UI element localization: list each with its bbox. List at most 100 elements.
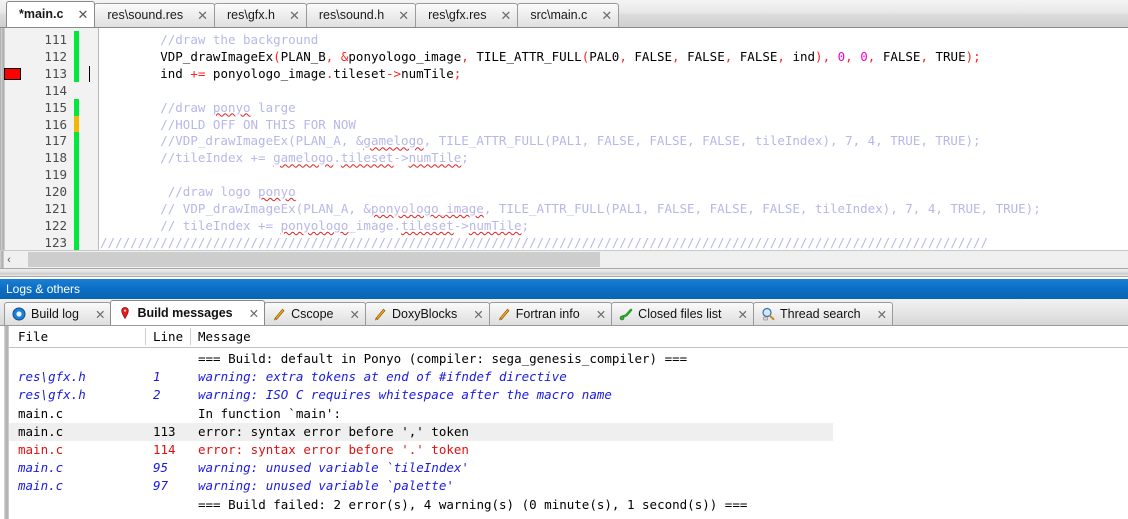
line-number-gutter: 111 112 113 114 115 116 117 118 119 120 121 122 123 bbox=[4, 28, 71, 250]
code-token: , bbox=[461, 48, 469, 64]
logs-tab-label: Build log bbox=[31, 307, 79, 321]
line-number: 115 bbox=[44, 99, 67, 115]
logs-tab-label: Fortran info bbox=[515, 307, 580, 321]
close-icon[interactable]: ✕ bbox=[249, 306, 259, 321]
editor-tab-resgfxres[interactable]: res\gfx.res ✕ bbox=[415, 3, 519, 27]
logs-tab-fortran-info[interactable]: Fortran info ✕ bbox=[488, 302, 613, 325]
line-number: 123 bbox=[44, 234, 67, 250]
cell-message: In function `main': bbox=[198, 405, 341, 421]
code-token: . bbox=[333, 150, 341, 166]
column-divider[interactable] bbox=[145, 328, 146, 345]
code-line: ////////////////////////////////////////… bbox=[100, 235, 988, 250]
code-token: ind bbox=[784, 48, 816, 64]
cell-line: 1 bbox=[153, 369, 161, 385]
code-token: ponyologo_image bbox=[205, 65, 326, 81]
logs-tab-build-log[interactable]: Build log ✕ bbox=[4, 302, 112, 325]
code-token: ; bbox=[521, 217, 530, 233]
code-line: //draw logo ponyo bbox=[100, 184, 296, 201]
code-token: tileset bbox=[401, 217, 454, 233]
code-token: PAL0 bbox=[589, 48, 620, 64]
table-row[interactable]: main.c 113 error: syntax error before ',' … bbox=[9, 422, 833, 441]
table-body[interactable]: === Build: default in Ponyo (compiler: s… bbox=[9, 348, 1128, 519]
close-icon[interactable]: ✕ bbox=[197, 9, 208, 22]
close-icon[interactable]: ✕ bbox=[738, 307, 748, 322]
editor-tab-ressoundh[interactable]: res\sound.h ✕ bbox=[305, 3, 417, 27]
logs-tab-thread-search[interactable]: Thread search ✕ bbox=[753, 302, 894, 325]
logs-panel-title-bar: Logs & others bbox=[0, 279, 1128, 299]
editor-tab-srcmainc[interactable]: src\main.c ✕ bbox=[517, 3, 620, 27]
editor-tab-resgfxh[interactable]: res\gfx.h ✕ bbox=[214, 3, 307, 27]
cell-line: 97 bbox=[153, 478, 169, 494]
editor-tab-mainc[interactable]: *main.c ✕ bbox=[6, 1, 96, 27]
cell-file: main.c bbox=[18, 423, 64, 439]
close-icon[interactable]: ✕ bbox=[289, 9, 300, 22]
logs-tab-doxyblocks[interactable]: DoxyBlocks ✕ bbox=[364, 302, 490, 325]
change-marker bbox=[74, 132, 79, 150]
code-text-area[interactable]: //draw the background VDP_drawImageEx(PL… bbox=[89, 28, 1128, 250]
editor-tab-bar: *main.c ✕ res\sound.res ✕ res\gfx.h ✕ res\soun… bbox=[0, 0, 1128, 28]
logs-tab-label: Closed files list bbox=[638, 307, 722, 321]
logs-tab-closed-files-list[interactable]: Closed files list ✕ bbox=[611, 302, 755, 325]
logs-tab-build-messages[interactable]: Build messages ✕ bbox=[110, 300, 266, 325]
column-header-line[interactable]: Line bbox=[153, 329, 183, 344]
editor-tab-label: res\sound.h bbox=[318, 8, 385, 23]
code-token: ind bbox=[160, 65, 191, 81]
change-marker bbox=[74, 200, 79, 217]
column-header-message[interactable]: Message bbox=[198, 329, 251, 344]
build-messages-table[interactable]: File Line Message === Build: default in Po… bbox=[0, 326, 1128, 519]
editor-tab-ressoundres[interactable]: res\sound.res ✕ bbox=[94, 3, 216, 27]
table-row[interactable]: === Build: default in Ponyo (compiler: s… bbox=[9, 350, 1128, 368]
table-row[interactable]: res\gfx.h 2 warning: ISO C requires whites… bbox=[9, 386, 1128, 404]
cell-message: === Build failed: 2 error(s), 4 warning(… bbox=[198, 496, 748, 512]
close-icon[interactable]: ✕ bbox=[877, 307, 887, 322]
code-token: PLAN_B bbox=[280, 48, 326, 64]
code-token: , bbox=[672, 48, 680, 64]
table-row[interactable]: === Build failed: 2 error(s), 4 warning(… bbox=[9, 496, 1128, 514]
change-marker bbox=[74, 98, 79, 116]
table-row[interactable]: main.c 95 warning: unused variable `tileIn… bbox=[9, 459, 1128, 477]
panel-splitter[interactable] bbox=[0, 268, 1128, 277]
table-row[interactable]: main.c 114 error: syntax error before '.' … bbox=[9, 441, 1128, 459]
table-header-row: File Line Message bbox=[9, 326, 1128, 348]
table-row[interactable]: main.c In function `main': bbox=[9, 405, 1128, 423]
code-token: // tileIndex += bbox=[160, 217, 281, 233]
code-token: , TILE_ATTR_FULL(PAL1, FALSE, FALSE, FAL… bbox=[423, 133, 981, 149]
close-icon[interactable]: ✕ bbox=[473, 307, 483, 322]
table-row[interactable]: main.c 97 warning: unused variable `palett… bbox=[9, 477, 1128, 495]
code-token: ponyologo bbox=[280, 217, 349, 233]
close-icon[interactable]: ✕ bbox=[596, 307, 606, 322]
cell-file: res\gfx.h bbox=[18, 387, 86, 403]
editor-horizontal-scrollbar[interactable]: ‹ bbox=[0, 250, 1128, 269]
change-marker-gutter[interactable] bbox=[71, 28, 81, 250]
table-row[interactable]: res\gfx.h 1 warning: extra tokens at end o… bbox=[9, 368, 1128, 386]
code-line: //draw the background bbox=[100, 32, 318, 49]
line-number: 112 bbox=[44, 48, 67, 64]
close-icon[interactable]: ✕ bbox=[350, 307, 360, 322]
close-icon[interactable]: ✕ bbox=[500, 9, 511, 22]
cell-line: 2 bbox=[153, 387, 161, 403]
fold-margin[interactable] bbox=[81, 28, 99, 250]
column-header-file[interactable]: File bbox=[18, 329, 48, 344]
source-editor[interactable]: 111 112 113 114 115 116 117 118 119 120 121 122 123 … bbox=[0, 28, 1128, 250]
close-icon[interactable]: ✕ bbox=[77, 8, 88, 21]
cell-file: main.c bbox=[18, 442, 64, 457]
code-token: //tileIndex += bbox=[160, 150, 274, 166]
logs-tab-label: Cscope bbox=[291, 307, 334, 321]
code-token: ( bbox=[273, 48, 281, 64]
code-token: -> bbox=[453, 217, 469, 233]
close-icon[interactable]: ✕ bbox=[95, 307, 105, 322]
logs-tab-cscope[interactable]: Cscope ✕ bbox=[264, 302, 366, 325]
scrollbar-thumb[interactable] bbox=[28, 252, 600, 267]
code-token: tileset bbox=[333, 65, 387, 81]
column-divider[interactable] bbox=[190, 328, 191, 345]
pencil-icon bbox=[497, 307, 511, 321]
scrollbar-track[interactable] bbox=[18, 251, 1128, 268]
close-icon[interactable]: ✕ bbox=[398, 9, 409, 22]
code-token: ; bbox=[453, 65, 462, 81]
code-token: . bbox=[393, 217, 402, 233]
close-icon[interactable]: ✕ bbox=[601, 9, 612, 22]
change-marker bbox=[74, 149, 79, 167]
breakpoint-marker-icon[interactable] bbox=[4, 67, 21, 80]
cell-message: === Build: default in Ponyo (compiler: s… bbox=[198, 351, 688, 366]
